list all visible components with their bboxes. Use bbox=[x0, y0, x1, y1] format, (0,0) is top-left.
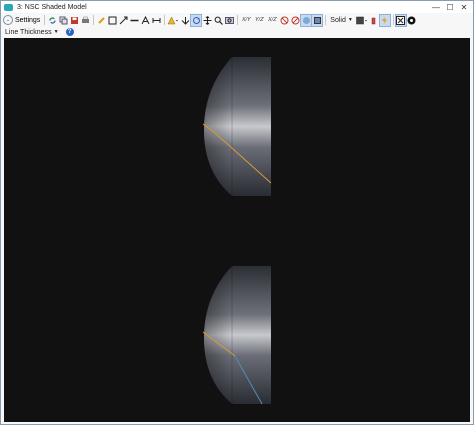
save-button[interactable] bbox=[69, 15, 79, 26]
zoom-window-button[interactable] bbox=[224, 15, 234, 26]
line-thickness-dropdown[interactable]: Line Thickness ▼ bbox=[3, 27, 61, 38]
zoom-button[interactable] bbox=[213, 15, 223, 26]
view-xy-button[interactable]: X/Y bbox=[240, 15, 252, 26]
draw-arrow-button[interactable] bbox=[118, 15, 128, 26]
shaded-model-viewport[interactable] bbox=[4, 38, 470, 422]
window-title: 3: NSC Shaded Model bbox=[17, 3, 87, 11]
minimize-button[interactable]: — bbox=[429, 1, 443, 13]
toolbar-separator bbox=[325, 15, 327, 25]
gradient-icon bbox=[356, 16, 367, 24]
color-triangle-icon bbox=[167, 15, 179, 24]
toolbar-separator bbox=[44, 15, 46, 25]
pan-button[interactable] bbox=[202, 15, 212, 26]
dimension-icon bbox=[152, 17, 161, 23]
refresh-icon bbox=[49, 16, 56, 24]
toolbar-separator bbox=[93, 15, 95, 25]
toolbar-separator bbox=[392, 15, 394, 25]
toolbar-separator bbox=[164, 15, 166, 25]
no-rotate-button[interactable] bbox=[279, 15, 289, 26]
zoom-window-icon bbox=[224, 16, 234, 24]
chevron-down-icon: ⌄ bbox=[3, 15, 13, 25]
view-yz-button[interactable]: Y/Z bbox=[253, 15, 265, 26]
secondary-toolbar: Line Thickness ▼ ? bbox=[1, 27, 473, 37]
close-button[interactable]: ✕ bbox=[457, 1, 471, 13]
lower-lens bbox=[204, 266, 271, 404]
app-icon bbox=[4, 3, 13, 11]
draw-line-button[interactable] bbox=[129, 15, 139, 26]
settings-button[interactable]: ⌄ Settings bbox=[3, 15, 40, 25]
pencil-icon bbox=[98, 16, 105, 24]
cube-icon bbox=[313, 16, 321, 24]
line-thickness-label: Line Thickness bbox=[5, 28, 52, 36]
color-button[interactable] bbox=[167, 15, 179, 26]
no-zoom-button[interactable] bbox=[290, 15, 300, 26]
help-icon[interactable]: ? bbox=[65, 28, 74, 36]
rotate-mode-button[interactable] bbox=[190, 13, 203, 27]
refresh-button[interactable] bbox=[47, 15, 57, 26]
chevron-down-icon: ▼ bbox=[53, 29, 59, 35]
render-mode-dropdown[interactable]: Solid ▼ bbox=[328, 15, 355, 26]
upper-lens bbox=[204, 57, 271, 196]
draw-text-button[interactable] bbox=[140, 15, 150, 26]
text-icon bbox=[141, 15, 150, 24]
no-entry-icon bbox=[280, 16, 289, 24]
maximize-button[interactable]: ☐ bbox=[443, 1, 457, 13]
opacity-button[interactable] bbox=[369, 15, 379, 26]
lightning-icon bbox=[382, 16, 388, 24]
draw-pencil-button[interactable] bbox=[96, 15, 106, 26]
shaded-view-button[interactable] bbox=[300, 13, 313, 27]
bottle-icon bbox=[372, 17, 376, 24]
draw-rectangle-button[interactable] bbox=[107, 15, 117, 26]
rotate-button[interactable] bbox=[180, 15, 190, 26]
settings-label: Settings bbox=[15, 16, 41, 24]
window-controls: — ☐ ✕ bbox=[429, 1, 471, 13]
no-entry-icon bbox=[291, 16, 300, 24]
fit-view-icon bbox=[396, 15, 406, 25]
render-mode-value: Solid bbox=[330, 16, 346, 24]
line-icon bbox=[130, 19, 139, 21]
print-icon bbox=[81, 16, 89, 23]
rotate-icon bbox=[181, 16, 190, 25]
rectangle-icon bbox=[108, 16, 117, 24]
view-xz-button[interactable]: X/Z bbox=[266, 15, 278, 26]
dimension-button[interactable] bbox=[151, 15, 161, 26]
save-icon bbox=[70, 16, 78, 24]
ray-trace-button[interactable] bbox=[378, 13, 391, 27]
title-bar: 3: NSC Shaded Model — ☐ ✕ bbox=[1, 1, 473, 13]
model-canvas bbox=[202, 57, 272, 405]
pan-icon bbox=[203, 15, 212, 25]
lighting-button[interactable] bbox=[311, 13, 324, 27]
arrow-icon bbox=[119, 16, 128, 24]
compass-button[interactable] bbox=[407, 15, 417, 26]
compass-icon bbox=[407, 16, 416, 24]
sphere-icon bbox=[302, 16, 310, 24]
copy-icon bbox=[59, 16, 68, 24]
toolbar-separator bbox=[237, 15, 239, 25]
fit-view-button[interactable] bbox=[394, 13, 407, 27]
background-color-button[interactable] bbox=[356, 15, 368, 26]
main-toolbar: ⌄ Settings X/Y Y/Z X/Z Solid ▼ bbox=[1, 13, 473, 27]
rotate-mode-icon bbox=[192, 16, 200, 24]
chevron-down-icon: ▼ bbox=[347, 17, 353, 23]
copy-button[interactable] bbox=[58, 15, 68, 26]
print-button[interactable] bbox=[80, 15, 90, 26]
zoom-icon bbox=[214, 16, 223, 25]
nsc-shaded-model-window: 3: NSC Shaded Model — ☐ ✕ ⌄ Settings X/Y… bbox=[0, 0, 474, 425]
